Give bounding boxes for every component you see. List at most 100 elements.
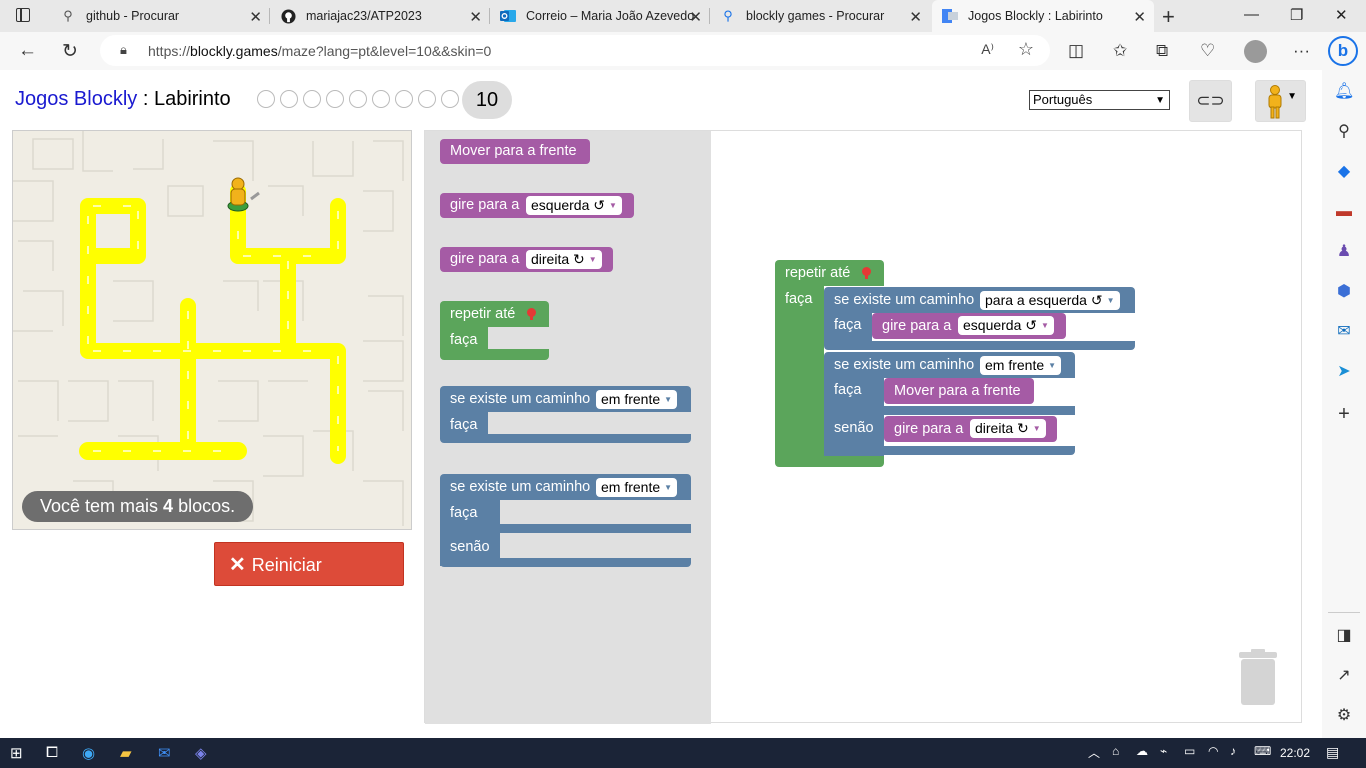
page-content: Jogos Blockly : Labirinto 10 Português ⊂… [0, 70, 1322, 738]
favorite-star-icon[interactable]: ☆ [1018, 39, 1034, 60]
tray-icon[interactable]: ☁ [1136, 744, 1148, 758]
notification-center-icon[interactable]: ▤ [1326, 744, 1339, 761]
direction-dropdown[interactable]: direita ↻ ▼ [526, 250, 602, 269]
collections-icon[interactable]: ⧉ [1156, 41, 1168, 61]
volume-icon[interactable]: ♪ [1230, 744, 1236, 758]
settings-gear-icon[interactable]: ⚙ [1334, 706, 1354, 726]
tab-outlook[interactable]: Correio – Maria João Azevedo ✕ [492, 0, 710, 32]
link-button[interactable]: ⊂⊃ [1189, 80, 1232, 122]
close-icon[interactable]: ✕ [249, 8, 262, 26]
task-view-icon[interactable]: ⧠ [46, 744, 58, 761]
mail-icon[interactable]: ✉ [158, 744, 171, 762]
path-direction-dropdown[interactable]: em frente ▼ [980, 356, 1062, 375]
notifications-icon[interactable]: 🔔︎ [1334, 82, 1354, 102]
refresh-icon[interactable]: ↻ [62, 40, 78, 63]
clock[interactable]: 22:02 [1280, 746, 1310, 760]
close-icon[interactable]: ✕ [909, 8, 922, 26]
program-if-left-block[interactable]: se existe um caminho para a esquerda ↺ ▼ … [824, 287, 1136, 351]
close-window-button[interactable]: ✕ [1335, 6, 1348, 24]
tab-github-repo[interactable]: mariajac23/ATP2023 ✕ [272, 0, 490, 32]
goal-marker-icon [527, 308, 536, 320]
games-icon[interactable]: ♟ [1334, 242, 1354, 262]
toolbox-turn-right-block[interactable]: gire para a direita ↻ ▼ [440, 247, 613, 272]
level-dot-7[interactable] [395, 90, 413, 108]
back-icon[interactable]: ← [18, 40, 37, 62]
url-text: https://blockly.games/maze?lang=pt&level… [148, 43, 492, 59]
level-dot-9[interactable] [441, 90, 459, 108]
read-aloud-icon[interactable]: A⁾ [981, 41, 994, 58]
path-direction-dropdown[interactable]: em frente ▼ [596, 478, 678, 497]
tab-blockly-maze[interactable]: Jogos Blockly : Labirinto ✕ [932, 0, 1154, 32]
language-icon[interactable]: ⌨ [1254, 744, 1271, 758]
send-icon[interactable]: ➤ [1334, 362, 1354, 382]
level-dot-4[interactable] [326, 90, 344, 108]
add-sidebar-app-icon[interactable]: + [1334, 404, 1354, 424]
split-screen-icon[interactable]: ◫ [1068, 41, 1084, 61]
tab-blockly-search[interactable]: ⚲ blockly games - Procurar ✕ [712, 0, 930, 32]
trash-can-icon[interactable] [1239, 649, 1277, 705]
path-direction-dropdown[interactable]: em frente ▼ [596, 390, 678, 409]
level-dot-2[interactable] [280, 90, 298, 108]
close-icon[interactable]: ✕ [469, 8, 482, 26]
file-explorer-icon[interactable]: ▰ [120, 744, 132, 762]
path-direction-dropdown[interactable]: para a esquerda ↺ ▼ [980, 291, 1120, 310]
hide-sidebar-icon[interactable]: ◨ [1334, 626, 1354, 646]
tray-icon[interactable]: ⌁ [1160, 744, 1167, 758]
more-menu-icon[interactable]: ··· [1293, 41, 1310, 61]
level-dot-3[interactable] [303, 90, 321, 108]
blockly-workspace[interactable]: Mover para a frente gire para a esquerda… [424, 130, 1302, 724]
search-icon[interactable]: ⚲ [1334, 122, 1354, 142]
home-link[interactable]: Jogos Blockly [15, 88, 137, 110]
tab-github-search[interactable]: ⚲ github - Procurar ✕ [52, 0, 270, 32]
shopping-tag-icon[interactable]: ◆ [1334, 162, 1354, 182]
outlook-icon[interactable]: ✉ [1334, 322, 1354, 342]
direction-dropdown[interactable]: esquerda ↺ ▼ [958, 316, 1054, 335]
external-link-icon[interactable]: ↗ [1334, 666, 1354, 686]
program-if-else-ahead-block[interactable]: se existe um caminho em frente ▼ faça sen… [824, 352, 1076, 456]
pegman-skin-button[interactable]: ▼ [1255, 80, 1306, 122]
toolbox-if-else-path-block[interactable]: se existe um caminho em frente ▼ faça sen… [440, 474, 692, 567]
windows-start-icon[interactable]: ⊞ [10, 744, 23, 762]
bing-copilot-icon[interactable]: b [1328, 36, 1358, 66]
level-dot-1[interactable] [257, 90, 275, 108]
favorites-icon[interactable]: ✩ [1113, 41, 1127, 61]
toolbox-repeat-until-block[interactable]: repetir até faça [440, 301, 550, 361]
office-icon[interactable]: ⬢ [1334, 282, 1354, 302]
tray-icon[interactable]: ⌂ [1112, 744, 1119, 758]
new-tab-button[interactable]: + [1162, 4, 1175, 30]
reset-button[interactable]: ✕ Reiniciar [214, 542, 404, 586]
profile-avatar[interactable] [1244, 40, 1267, 63]
tab-actions-icon[interactable] [16, 8, 30, 22]
level-dot-6[interactable] [372, 90, 390, 108]
toolbox-turn-left-block[interactable]: gire para a esquerda ↺ ▼ [440, 193, 634, 218]
direction-dropdown[interactable]: direita ↻ ▼ [970, 419, 1046, 438]
toolbox-move-forward-block[interactable]: Mover para a frente [440, 139, 590, 164]
program-turn-left-block[interactable]: gire para a esquerda ↺ ▼ [872, 313, 1066, 339]
level-dot-5[interactable] [349, 90, 367, 108]
browser-tab-bar: ⚲ github - Procurar ✕ mariajac23/ATP2023… [0, 0, 1366, 32]
current-level-badge[interactable]: 10 [462, 81, 512, 119]
tools-icon[interactable]: ▬ [1334, 202, 1354, 222]
edge-taskbar-icon[interactable]: ◉ [82, 744, 95, 762]
close-icon[interactable]: ✕ [1133, 8, 1146, 26]
program-repeat-until-block[interactable]: repetir até faça se existe um caminho pa… [775, 260, 1135, 470]
restore-button[interactable]: ❐ [1290, 6, 1303, 24]
program-move-forward-block[interactable]: Mover para a frente [884, 378, 1034, 404]
chevron-up-icon[interactable]: ︿ [1088, 744, 1100, 761]
battery-icon[interactable]: ▭ [1184, 744, 1195, 758]
program-turn-right-block[interactable]: gire para a direita ↻ ▼ [884, 416, 1057, 442]
pegman-marker [227, 177, 260, 212]
lock-icon: 🔒︎ [120, 42, 127, 57]
level-dot-8[interactable] [418, 90, 436, 108]
url-field[interactable]: 🔒︎ https://blockly.games/maze?lang=pt&le… [100, 35, 1050, 66]
wifi-icon[interactable]: ◠ [1208, 744, 1218, 758]
browser-essentials-icon[interactable]: ♡ [1200, 41, 1215, 61]
teams-icon[interactable]: ◈ [195, 744, 207, 762]
link-icon: ⊂⊃ [1196, 91, 1225, 110]
game-name: Labirinto [153, 88, 231, 110]
direction-dropdown[interactable]: esquerda ↺ ▼ [526, 196, 622, 215]
minimize-button[interactable]: — [1244, 6, 1259, 23]
toolbox-if-path-block[interactable]: se existe um caminho em frente ▼ faça [440, 386, 692, 446]
close-icon[interactable]: ✕ [689, 8, 702, 26]
language-select[interactable]: Português [1029, 90, 1170, 110]
